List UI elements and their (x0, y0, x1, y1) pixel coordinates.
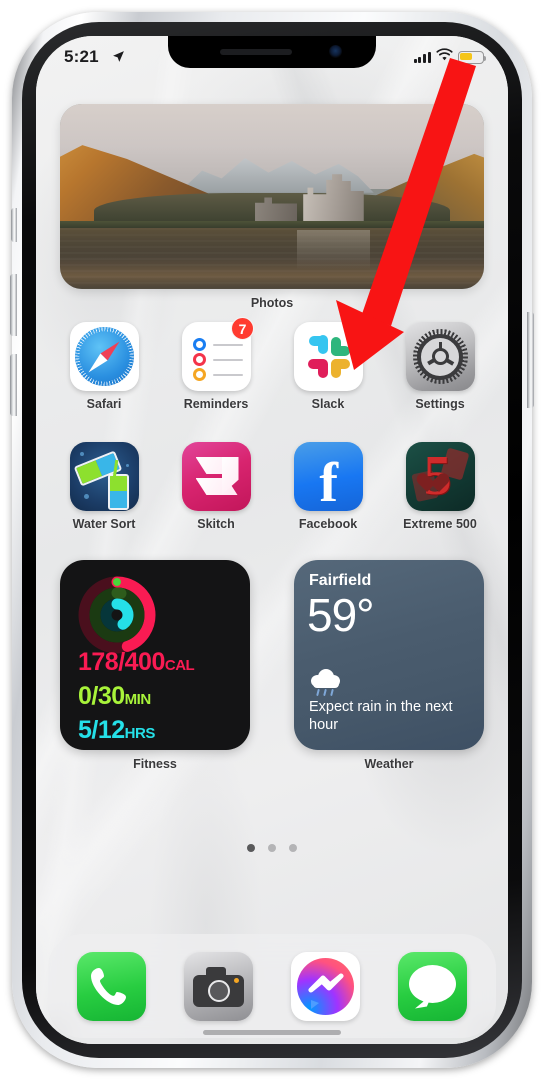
rain-cloud-icon (311, 668, 341, 697)
fitness-exercise-stat: 0/30MIN (78, 682, 151, 711)
page-dot-2[interactable] (268, 844, 276, 852)
fitness-widget[interactable]: 178/400CAL 0/30MIN 5/12HRS Fitness (60, 560, 250, 771)
front-camera-icon (329, 45, 342, 58)
app-label-slack: Slack (311, 397, 345, 411)
app-label-safari: Safari (86, 397, 122, 411)
page-indicator-dots[interactable] (36, 844, 508, 852)
app-label-reminders: Reminders (183, 397, 249, 411)
app-icon-facebook[interactable]: f Facebook (284, 442, 372, 531)
messenger-icon[interactable] (291, 951, 360, 1021)
app-row-1: Safari 7 Reminders Slack Settings (60, 317, 484, 411)
app-icon-settings[interactable]: Settings (396, 322, 484, 411)
wifi-icon (436, 48, 453, 66)
fitness-widget-label: Fitness (133, 757, 177, 771)
fitness-move-value: 178/400 (78, 648, 165, 676)
photos-widget-label: Photos (250, 296, 294, 310)
mute-switch[interactable] (11, 208, 17, 242)
app-icon-reminders[interactable]: 7 Reminders (172, 317, 260, 411)
app-label-settings: Settings (415, 397, 465, 411)
volume-down-button[interactable] (10, 354, 17, 416)
fitness-widget-card[interactable]: 178/400CAL 0/30MIN 5/12HRS (60, 560, 250, 750)
device-notch (168, 36, 376, 68)
app-icon-water-sort[interactable]: Water Sort (60, 442, 148, 531)
fitness-exercise-unit: MIN (124, 691, 152, 708)
phone-icon[interactable] (77, 951, 146, 1021)
home-indicator[interactable] (203, 1030, 341, 1035)
iphone-screen[interactable]: 5:21 Photos Safari 7 Reminders Slack Set… (36, 36, 508, 1044)
camera-icon[interactable] (184, 951, 253, 1021)
water-sort-icon[interactable] (69, 442, 139, 511)
skitch-icon[interactable] (181, 442, 251, 511)
iphone-device: 5:21 Photos Safari 7 Reminders Slack Set… (10, 12, 534, 1068)
battery-low-power-icon (458, 50, 487, 64)
fitness-stand-unit: HRS (124, 725, 156, 742)
page-dot-3[interactable] (289, 844, 297, 852)
weather-widget[interactable]: Fairfield 59° Expect rain in the next ho… (294, 560, 484, 771)
weather-widget-label: Weather (364, 757, 414, 771)
page-dot-1[interactable] (247, 844, 255, 852)
volume-up-button[interactable] (10, 274, 17, 336)
settings-gear-icon[interactable] (405, 322, 475, 391)
app-label-facebook: Facebook (298, 517, 358, 531)
location-arrow-icon (112, 50, 125, 68)
app-icon-slack[interactable]: Slack (284, 322, 372, 411)
app-icon-extreme-500[interactable]: 5 Extreme 500 (396, 442, 484, 531)
app-icon-safari[interactable]: Safari (60, 322, 148, 411)
power-button[interactable] (527, 312, 534, 408)
fitness-move-stat: 178/400CAL (78, 648, 195, 677)
dock (48, 934, 496, 1038)
extreme-500-icon[interactable]: 5 (405, 442, 475, 511)
fitness-stand-value: 5/12 (78, 716, 125, 744)
signal-bars-icon (413, 51, 431, 63)
weather-temperature: 59° (307, 589, 375, 641)
fitness-move-unit: CAL (164, 657, 195, 674)
messages-icon[interactable] (398, 951, 467, 1021)
fitness-stand-stat: 5/12HRS (78, 716, 155, 745)
app-label-skitch: Skitch (197, 517, 235, 531)
status-bar-indicators (413, 48, 487, 66)
springboard: Photos Safari 7 Reminders Slack Settings… (36, 82, 508, 1044)
weather-widget-card[interactable]: Fairfield 59° Expect rain in the next ho… (294, 560, 484, 750)
safari-icon[interactable] (69, 322, 139, 391)
reminders-badge: 7 (231, 317, 254, 340)
photos-widget-image[interactable] (60, 104, 484, 289)
earpiece-speaker-icon (220, 49, 292, 55)
facebook-icon[interactable]: f (293, 442, 363, 511)
app-label-water-sort: Water Sort (72, 517, 136, 531)
app-label-extreme-500: Extreme 500 (403, 517, 477, 531)
weather-description: Expect rain in the next hour (309, 699, 453, 733)
status-bar-clock: 5:21 (64, 47, 99, 66)
app-row-2: Water Sort Skitch f Facebook 5 Extreme 5… (60, 442, 484, 531)
fitness-exercise-value: 0/30 (78, 682, 125, 710)
slack-icon[interactable] (293, 322, 363, 391)
app-icon-skitch[interactable]: Skitch (172, 442, 260, 531)
photos-widget[interactable]: Photos (60, 104, 484, 310)
